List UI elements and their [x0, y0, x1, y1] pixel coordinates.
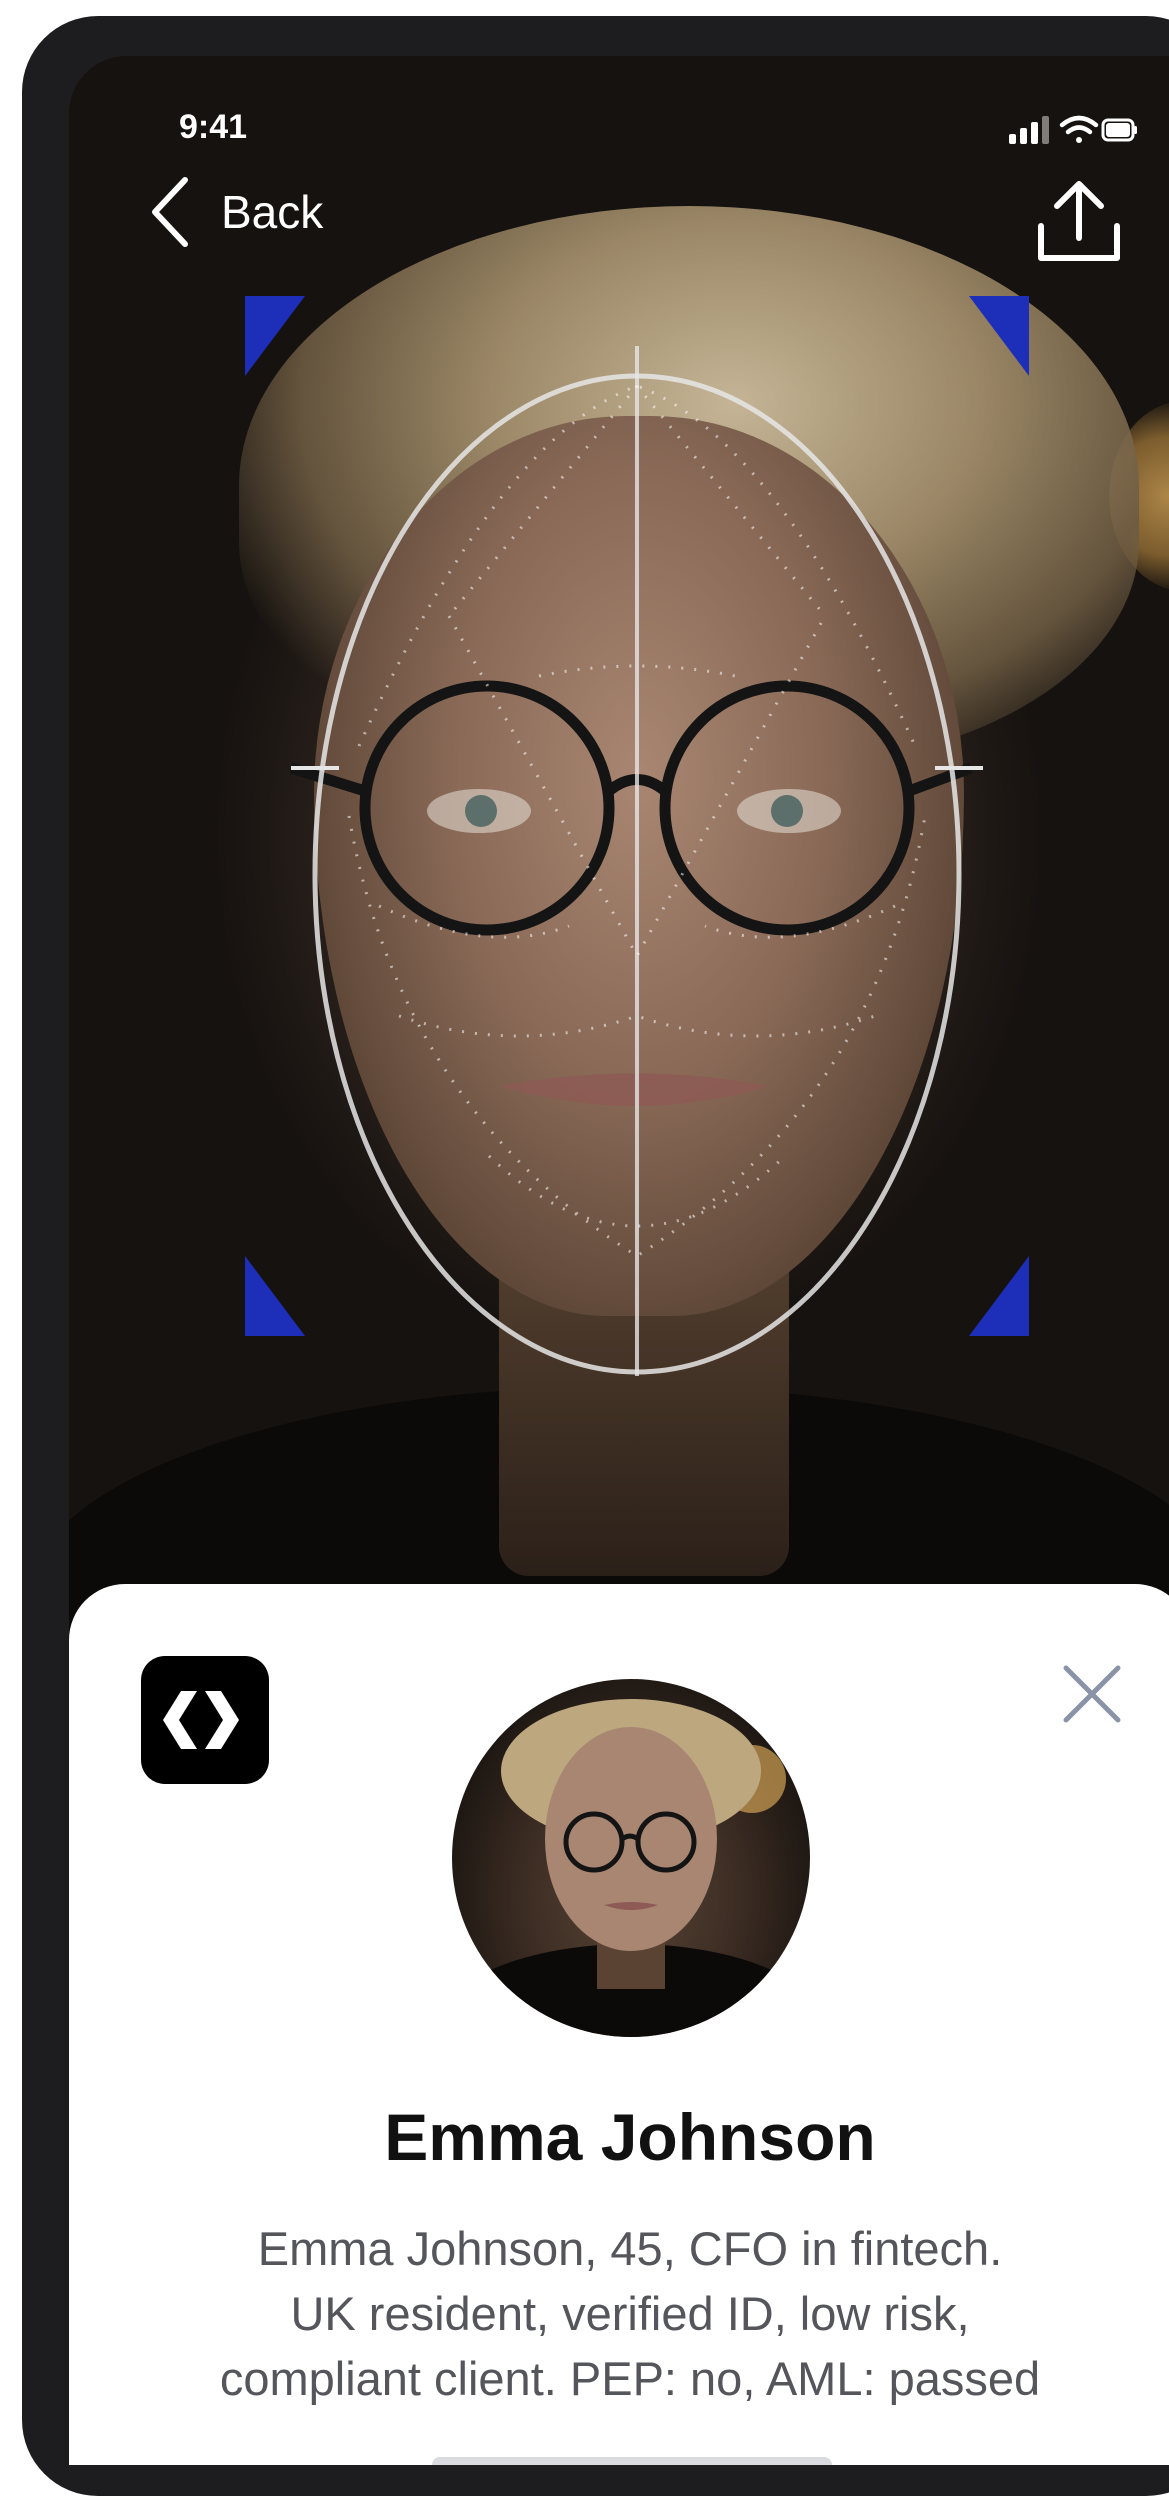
- profile-description-line: UK resident, verified ID, low risk,: [290, 2287, 970, 2340]
- back-button-label: Back: [221, 186, 324, 238]
- profile-description: Emma Johnson, 45, CFO in fintech. UK res…: [129, 2216, 1131, 2411]
- status-bar-time: 9:41: [179, 108, 248, 146]
- chevron-left-icon: [152, 177, 188, 247]
- profile-name: Emma Johnson: [384, 2100, 876, 2174]
- close-icon[interactable]: [1054, 1656, 1130, 1732]
- mouth: [499, 1073, 769, 1106]
- back-button[interactable]: Back: [149, 174, 323, 250]
- home-indicator[interactable]: [432, 2457, 832, 2465]
- battery-icon: [1101, 118, 1137, 142]
- glasses-icon: [289, 680, 973, 936]
- profile-description-line: Emma Johnson, 45, CFO in fintech.: [257, 2222, 1003, 2275]
- status-bar-icons: [1009, 115, 1137, 144]
- profile-description-line: compliant client. PEP: no, AML: passed: [219, 2352, 1041, 2405]
- avatar: [452, 1679, 810, 2037]
- phone-frame: 9:41 Back Emma Johnson Emma Johnson, 45,…: [22, 16, 1169, 2496]
- app-logo-icon: [141, 1656, 269, 1784]
- phone-screen: 9:41 Back Emma Johnson Emma Johnson, 45,…: [69, 56, 1169, 2465]
- wifi-icon: [1059, 115, 1099, 143]
- face-scan-camera-view: 9:41 Back: [69, 56, 1169, 1806]
- profile-bottom-sheet: Emma Johnson Emma Johnson, 45, CFO in fi…: [69, 1584, 1169, 2465]
- face-mesh-overlay: [245, 296, 1029, 1376]
- cellular-signal-icon: [1009, 116, 1049, 144]
- share-icon[interactable]: [1029, 176, 1129, 266]
